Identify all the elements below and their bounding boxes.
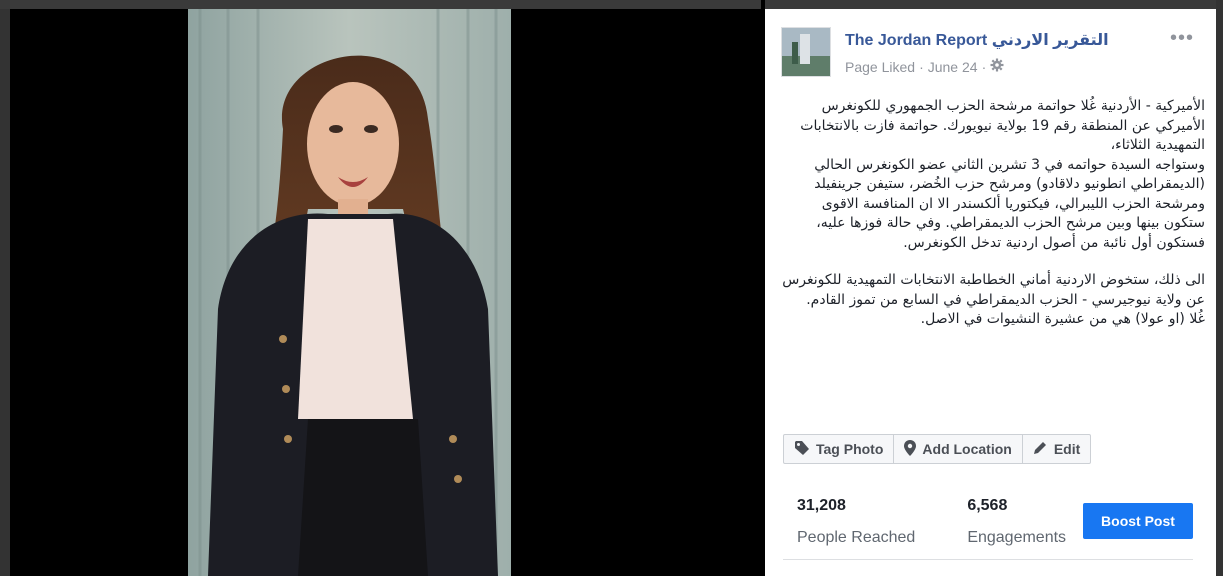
post-details-panel: The Jordan Report التقرير الاردني Page L… <box>765 9 1216 576</box>
post-text: الأميركية - الأردنية غُلا حواتمة مرشحة ا… <box>779 97 1205 330</box>
post-insights: 31,208 People Reached 6,568 Engagements <box>797 497 1066 547</box>
more-options-icon[interactable]: ••• <box>1170 28 1194 48</box>
meta-separator: · <box>919 58 924 75</box>
page-liked-label[interactable]: Page Liked <box>845 59 915 75</box>
add-location-label: Add Location <box>922 441 1012 457</box>
post-paragraph-2: الى ذلك، ستخوض الاردنية أماني الخطاطبة ا… <box>782 272 1205 327</box>
stats-divider <box>783 559 1193 560</box>
post-paragraph-1: الأميركية - الأردنية غُلا حواتمة مرشحة ا… <box>800 98 1205 251</box>
edit-button[interactable]: Edit <box>1023 435 1090 463</box>
edit-label: Edit <box>1053 441 1081 457</box>
tag-photo-button[interactable]: Tag Photo <box>784 435 895 463</box>
page-name-link[interactable]: The Jordan Report التقرير الاردني <box>845 30 1109 50</box>
engagements-label: Engagements <box>967 529 1067 546</box>
people-reached-value: 31,208 <box>797 497 846 514</box>
avatar-image <box>782 28 830 76</box>
page-avatar[interactable] <box>781 27 831 77</box>
post-meta: Page Liked · June 24 · <box>845 58 1004 75</box>
pencil-icon <box>1033 440 1048 458</box>
browser-top-strip <box>0 0 1223 9</box>
tag-photo-label: Tag Photo <box>816 441 884 457</box>
post-date[interactable]: June 24 <box>928 59 978 75</box>
boost-post-button[interactable]: Boost Post <box>1083 503 1193 539</box>
right-edge-strip <box>1216 0 1223 576</box>
people-reached-label: People Reached <box>797 529 916 546</box>
people-reached-stat[interactable]: 31,208 People Reached <box>797 497 915 547</box>
meta-separator-2: · <box>981 58 987 75</box>
engagements-stat[interactable]: 6,568 Engagements <box>967 497 1066 547</box>
add-location-button[interactable]: Add Location <box>894 435 1023 463</box>
tag-icon <box>794 440 810 459</box>
engagements-value: 6,568 <box>967 497 1008 514</box>
photo-illustration <box>188 9 511 576</box>
location-pin-icon <box>904 439 917 459</box>
gear-icon[interactable] <box>990 58 1004 75</box>
post-photo[interactable] <box>188 9 511 576</box>
photo-actions-bar: Tag Photo Add Location Edit <box>783 434 1092 464</box>
